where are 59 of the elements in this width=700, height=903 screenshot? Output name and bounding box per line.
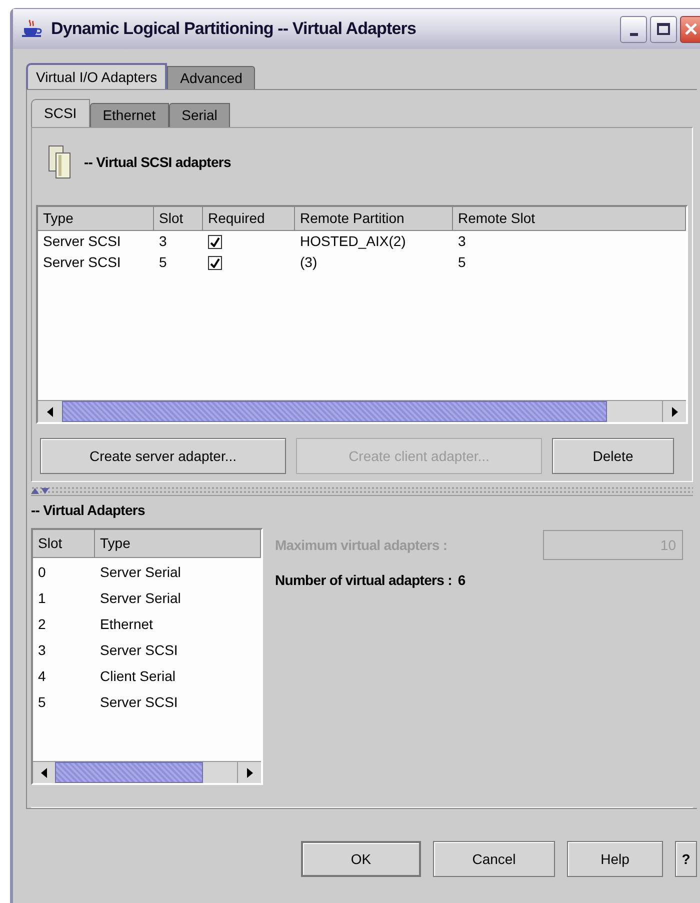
maximize-icon [657, 23, 670, 35]
coffee-cup-icon [21, 19, 43, 39]
dialog-button[interactable]: ? [675, 841, 697, 877]
table-cell-text: 2 [37, 614, 47, 634]
count-value: 6 [458, 571, 466, 590]
column-header[interactable]: Remote Partition [295, 207, 453, 231]
close-button[interactable] [680, 16, 700, 42]
column-header[interactable]: Required [203, 207, 295, 231]
table-cell-text: 5 [158, 253, 168, 272]
dialog-button[interactable]: Help [567, 841, 663, 877]
table-cell-text: Server SCSI [99, 692, 179, 712]
table-cell-text: Server SCSI [42, 253, 122, 272]
column-header[interactable]: Slot [154, 207, 203, 231]
table-cell-text: 4 [37, 666, 47, 686]
table-cell-text: (3) [299, 253, 318, 272]
table-cell-text: 5 [457, 253, 467, 272]
section-heading: -- Virtual Adapters [31, 501, 146, 520]
table-cell-text: 3 [158, 232, 168, 251]
window-title: Dynamic Logical Partitioning -- Virtual Adapters [51, 18, 416, 40]
table-cell-text: Server Serial [99, 588, 182, 608]
scrollbar-thumb[interactable] [55, 762, 203, 783]
minimize-button[interactable] [620, 16, 647, 42]
adapter-cards-icon [48, 145, 72, 179]
checkbox[interactable] [208, 234, 222, 248]
column-header[interactable]: Type [95, 530, 261, 558]
table-cell-text: Server SCSI [42, 232, 122, 251]
column-header[interactable]: Slot [33, 530, 95, 558]
count-label: Number of virtual adapters : [275, 571, 452, 590]
tab[interactable]: Ethernet [90, 103, 169, 127]
dialog-button[interactable]: OK [301, 841, 421, 877]
column-header[interactable]: Type [38, 207, 154, 231]
table-cell-text: 5 [37, 692, 47, 712]
maximize-button[interactable] [650, 16, 677, 42]
splitter-arrows-icon[interactable] [31, 488, 51, 494]
tab[interactable]: Serial [168, 103, 230, 127]
horizontal-scrollbar[interactable] [33, 761, 261, 783]
table-cell-text: Ethernet [99, 614, 154, 634]
table-cell-text: 0 [37, 562, 47, 582]
action-button[interactable]: Create server adapter... [40, 438, 286, 474]
tab[interactable]: Advanced [167, 66, 256, 89]
dialog-button[interactable]: Cancel [433, 841, 555, 877]
close-icon [684, 22, 698, 36]
section-heading: -- Virtual SCSI adapters [84, 152, 231, 172]
table-cell-text: Server SCSI [99, 640, 179, 660]
minimize-icon [630, 32, 638, 36]
table-cell-text: 3 [37, 640, 47, 660]
action-button: Create client adapter... [296, 438, 542, 474]
tab[interactable]: Virtual I/O Adapters [26, 63, 168, 89]
table-cell-text: Server Serial [99, 562, 182, 582]
table-cell-text: HOSTED_AIX(2) [299, 232, 407, 251]
table-cell-text: 3 [457, 232, 467, 251]
horizontal-scrollbar[interactable] [38, 400, 686, 422]
tab[interactable]: SCSI [31, 99, 90, 127]
column-header[interactable]: Remote Slot [453, 207, 686, 231]
scrollbar-thumb[interactable] [62, 401, 607, 422]
action-button[interactable]: Delete [552, 438, 674, 474]
table-cell-text: Client Serial [99, 666, 176, 686]
checkbox[interactable] [208, 256, 222, 270]
table-cell-text: 1 [37, 588, 47, 608]
